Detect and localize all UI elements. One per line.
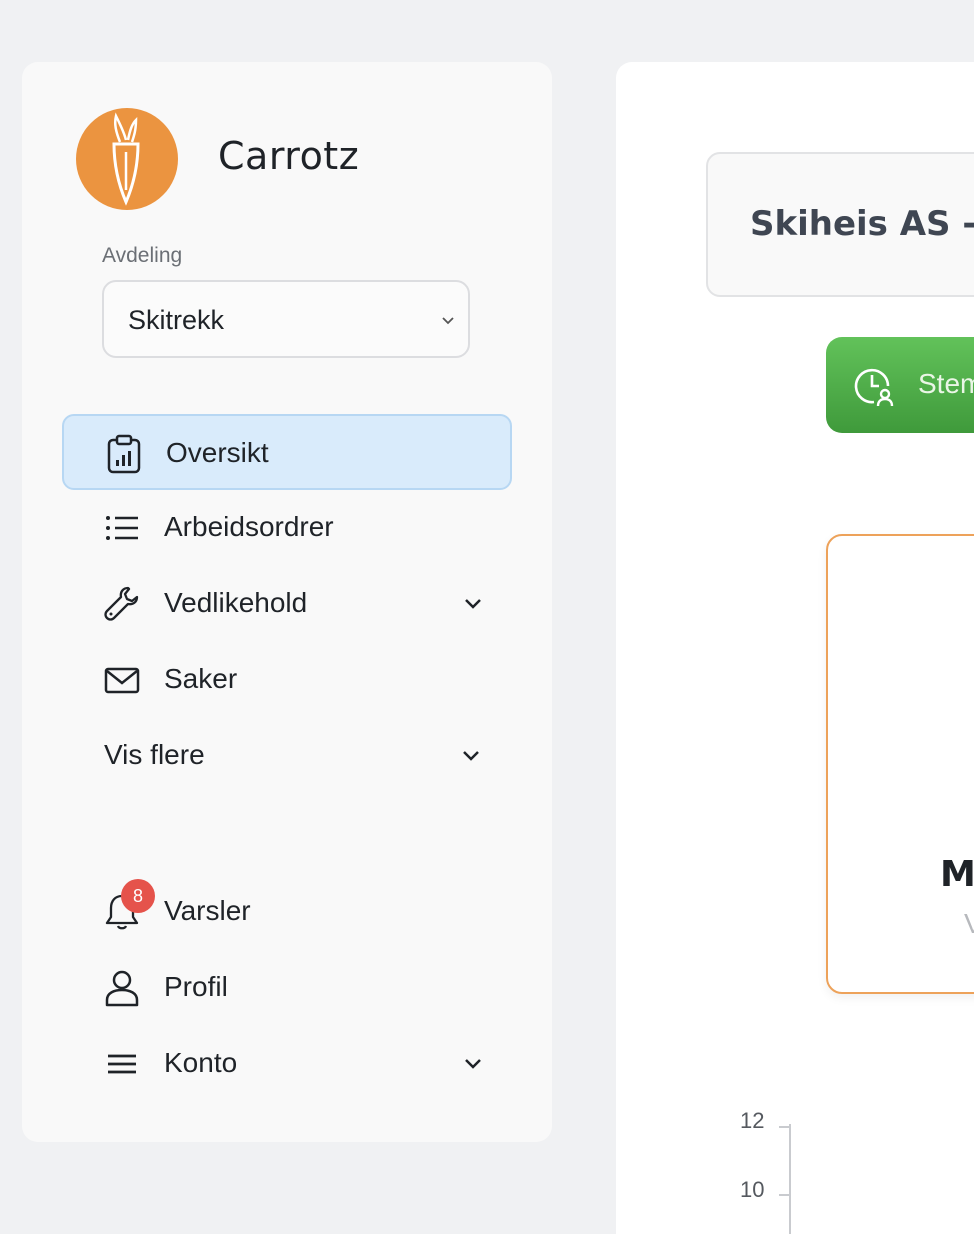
nav-item-arbeidsordrer[interactable]: Arbeidsordrer [62, 490, 512, 566]
nav-item-label: Konto [164, 1047, 238, 1078]
app-name: Carrotz [218, 134, 360, 178]
nav-item-profil[interactable]: Profil [62, 950, 512, 1026]
title-card: Skiheis AS - [706, 152, 974, 297]
chevron-down-icon[interactable] [462, 1052, 484, 1074]
action-button[interactable]: Stem [826, 337, 974, 433]
nav-item-label: Saker [164, 663, 238, 694]
department-label: Avdeling [102, 244, 183, 267]
sidebar: Carrotz Avdeling Skitrekk Oversikt Arbei… [22, 62, 552, 1142]
carrotz-logo [76, 108, 178, 210]
action-button-label: Stem [918, 368, 974, 399]
clock-user-icon [854, 368, 894, 407]
menu-icon [108, 1054, 136, 1074]
mail-icon [104, 667, 140, 694]
nav-item-vis-flere[interactable]: Vis flere [62, 718, 512, 794]
nav-item-label: Oversikt [166, 437, 269, 468]
chart-y-tick-label: 10 [740, 1177, 765, 1202]
chart-y-tick [779, 1194, 789, 1196]
chart-y-tick-label: 12 [740, 1108, 765, 1133]
nav-item-vedlikehold[interactable]: Vedlikehold [62, 566, 512, 642]
wrench-icon [104, 586, 139, 621]
chart-y-axis [789, 1124, 791, 1234]
list-icon [106, 516, 138, 540]
nav-item-saker[interactable]: Saker [62, 642, 512, 718]
nav-item-konto[interactable]: Konto [62, 1026, 512, 1102]
department-selected-value: Skitrekk [128, 305, 225, 335]
stat-card-subtext: V [964, 908, 974, 939]
chevron-down-icon[interactable] [462, 592, 484, 614]
user-icon [105, 970, 139, 1007]
nav-item-label: Arbeidsordrer [164, 511, 334, 542]
chart-y-tick [779, 1126, 789, 1128]
nav-item-label: Profil [164, 971, 228, 1002]
stat-card-heading: M [940, 854, 974, 895]
chevron-down-icon[interactable] [460, 744, 482, 766]
notification-badge: 8 [121, 879, 155, 913]
stat-card[interactable]: M V [826, 534, 974, 994]
nav-item-label: Varsler [164, 895, 251, 926]
department-select[interactable]: Skitrekk [102, 280, 470, 358]
page-title: Skiheis AS - [750, 204, 974, 244]
nav-item-oversikt[interactable]: Oversikt [62, 414, 512, 490]
chevron-down-icon [442, 317, 454, 325]
nav-item-label: Vedlikehold [164, 587, 308, 618]
clipboard-chart-icon [107, 434, 141, 474]
main-panel: Skiheis AS - Stem M V 12 10 [616, 62, 974, 1234]
nav-item-label: Vis flere [104, 739, 205, 770]
